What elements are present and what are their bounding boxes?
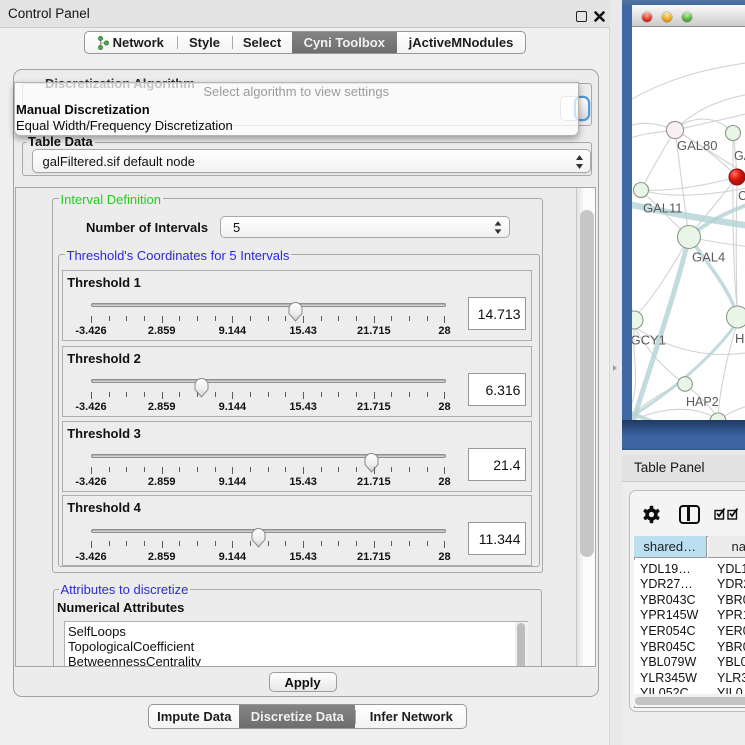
svg-text:H: H xyxy=(735,331,744,346)
svg-text:HAP2: HAP2 xyxy=(686,395,719,409)
svg-text:GA: GA xyxy=(734,149,745,163)
svg-text:GAL4: GAL4 xyxy=(692,250,725,265)
svg-text:GAL11: GAL11 xyxy=(643,201,683,216)
svg-text:GCY1: GCY1 xyxy=(632,333,666,348)
svg-text:GAL80: GAL80 xyxy=(677,138,717,153)
svg-text:C: C xyxy=(738,189,745,203)
